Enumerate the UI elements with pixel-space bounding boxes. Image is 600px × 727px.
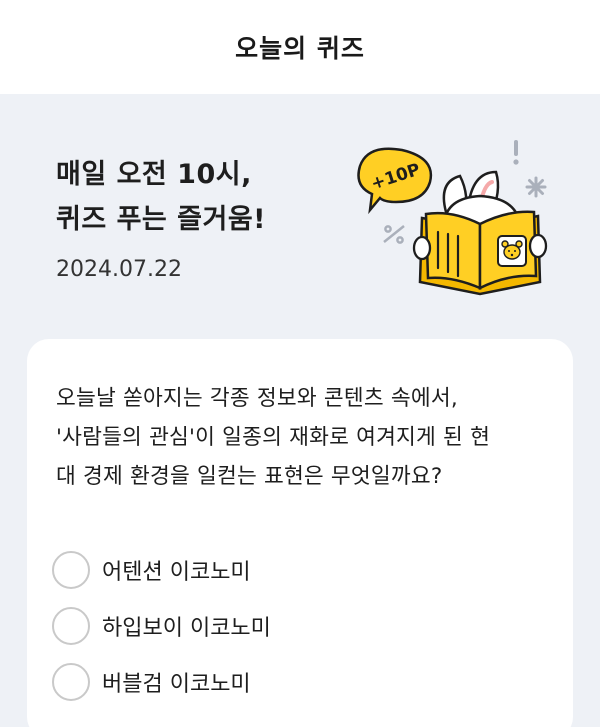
- hero-section: 매일 오전 10시, 퀴즈 푸는 즐거움! 2024.07.22 +10P 오늘…: [0, 94, 600, 727]
- answer-option-label: 하입보이 이코노미: [102, 616, 271, 641]
- right-paw: [528, 233, 548, 259]
- hero-title-line2: 퀴즈 푸는 즐거움!: [56, 204, 266, 235]
- hero-title-line1: 매일 오전 10시,: [56, 159, 252, 190]
- radio-button-2[interactable]: [52, 607, 90, 645]
- answer-option-3[interactable]: 버블검 이코노미: [52, 660, 532, 704]
- question-line3: 대 경제 환경을 일컫는 표현은 무엇일까요?: [56, 464, 443, 489]
- points-badge: +10P: [357, 147, 433, 215]
- percent-icon: [383, 225, 405, 244]
- hero-title: 매일 오전 10시, 퀴즈 푸는 즐거움!: [56, 152, 266, 242]
- top-header: 오늘의 퀴즈: [0, 0, 600, 94]
- radio-button-3[interactable]: [52, 663, 90, 701]
- answer-option-2[interactable]: 하입보이 이코노미: [52, 604, 532, 648]
- book-left-cover: [424, 211, 482, 290]
- sparkle-icon: [525, 176, 547, 198]
- quiz-card: 오늘날 쏟아지는 각종 정보와 콘텐츠 속에서, '사람들의 관심'이 일종의 …: [27, 339, 573, 727]
- radio-button-1[interactable]: [52, 551, 90, 589]
- exclamation-icon: [513, 140, 519, 165]
- question-line2: '사람들의 관심'이 일종의 재화로 여겨지게 된 현: [56, 425, 491, 450]
- left-paw: [412, 235, 432, 261]
- question-line1: 오늘날 쏟아지는 각종 정보와 콘텐츠 속에서,: [56, 386, 458, 411]
- quiz-question: 오늘날 쏟아지는 각종 정보와 콘텐츠 속에서, '사람들의 관심'이 일종의 …: [56, 379, 556, 496]
- answer-option-label: 버블검 이코노미: [102, 672, 251, 697]
- answer-option-1[interactable]: 어텐션 이코노미: [52, 548, 532, 592]
- reading-bunny-illustration: +10P: [357, 140, 548, 296]
- quiz-date: 2024.07.22: [56, 257, 182, 282]
- page-title: 오늘의 퀴즈: [235, 34, 365, 63]
- bear-sticker: [497, 235, 527, 267]
- answer-option-label: 어텐션 이코노미: [102, 560, 251, 585]
